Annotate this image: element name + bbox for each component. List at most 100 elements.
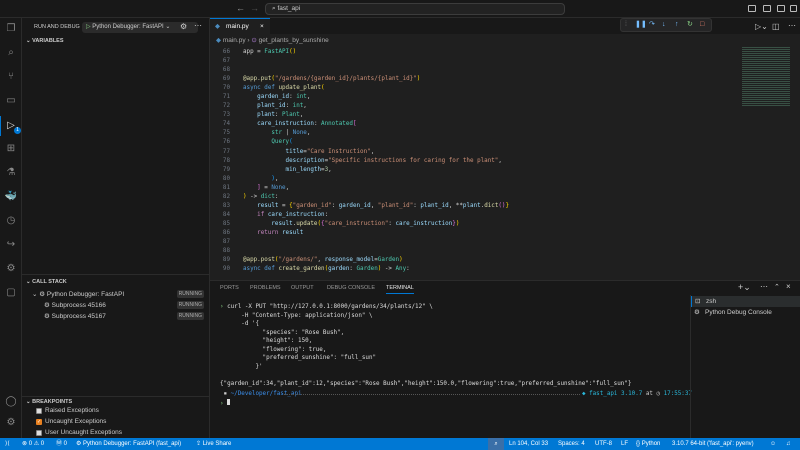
more-icon[interactable]: ⋯ [788, 21, 796, 30]
uncaught-exceptions-checkbox[interactable]: ✓ [36, 419, 42, 425]
code-line[interactable]: 68 [210, 66, 730, 75]
run-icon[interactable]: ▷⌄ [755, 22, 768, 31]
code-line[interactable]: 69 @app.put("/gardens/{garden_id}/plants/… [210, 75, 730, 84]
chat-icon[interactable]: ▢ [4, 286, 18, 300]
forward-icon[interactable]: → [250, 3, 259, 13]
remote-settings-icon[interactable]: ⚙ [4, 262, 18, 276]
close-icon[interactable]: × [260, 19, 264, 34]
remote-explorer-icon[interactable]: ▭ [4, 94, 18, 108]
accounts-icon[interactable]: ☺ [770, 438, 776, 450]
manage-gear-icon[interactable]: ⚙ [4, 416, 18, 430]
tab-output[interactable]: OUTPUT [291, 285, 314, 291]
code-line[interactable]: 85 result.update({"care_instruction": ca… [210, 220, 730, 229]
close-panel-icon[interactable]: × [786, 282, 791, 291]
step-into-icon[interactable]: ↓ [662, 19, 666, 31]
source-control-icon[interactable]: ⑂ [4, 70, 18, 84]
code-line[interactable]: 84 if care_instruction: [210, 211, 730, 220]
customize-layout-icon[interactable] [790, 5, 797, 12]
code-line[interactable]: 90 async def create_garden(garden: Garden… [210, 265, 730, 274]
toggle-sidebar-icon[interactable] [748, 5, 756, 12]
code-line[interactable]: 72 plant_id: int, [210, 102, 730, 111]
command-center-search[interactable]: ⌕ fast_api [265, 3, 565, 15]
cursor-position[interactable]: Ln 104, Col 33 [509, 438, 548, 450]
explorer-icon[interactable]: ❐ [4, 22, 18, 36]
code-line[interactable]: 71 garden_id: int, [210, 93, 730, 102]
tab-terminal[interactable]: TERMINAL [386, 285, 414, 294]
more-icon[interactable]: ⋯ [760, 282, 768, 291]
tab-debug-console[interactable]: DEBUG CONSOLE [327, 285, 375, 291]
variables-header[interactable]: ⌄ VARIABLES [26, 38, 64, 44]
code-line[interactable]: 77 title="Care Instruction", [210, 148, 730, 157]
testing-icon[interactable]: ⚗ [4, 166, 18, 180]
run-debug-icon[interactable]: ▷ 1 [4, 119, 21, 134]
new-terminal-icon[interactable]: +⌄ [738, 282, 751, 293]
code-line[interactable]: 86 return result [210, 229, 730, 238]
code-line[interactable]: 78 description="Specific instructions fo… [210, 157, 730, 166]
ports-status[interactable]: Ⓦ 0 [56, 438, 67, 450]
stop-icon[interactable]: □ [700, 19, 704, 31]
remote-icon[interactable]: ⟩⟨ [5, 438, 10, 450]
terminal-item-debug-console[interactable]: ⚙ Python Debug Console [691, 307, 800, 318]
line-ending[interactable]: LF [621, 438, 628, 450]
code-editor[interactable]: 66 app = FastAPI() 67 68 69 @app.put("/gar… [210, 48, 730, 274]
user-uncaught-exceptions-checkbox[interactable] [36, 430, 42, 436]
code-line[interactable]: 70 async def update_plant( [210, 84, 730, 93]
problems-status[interactable]: ⊗ 0 ⚠ 0 [22, 438, 44, 450]
tab-main-py[interactable]: ◆ main.py × [210, 18, 270, 34]
restart-icon[interactable]: ↻ [687, 19, 693, 31]
breakpoints-header[interactable]: ⌄ BREAKPOINTS [26, 399, 72, 405]
step-out-icon[interactable]: ↑ [675, 19, 679, 31]
live-share-icon[interactable]: ↪ [4, 238, 18, 252]
search-icon[interactable]: ⌕ [4, 46, 18, 60]
breadcrumb-symbol[interactable]: get_plants_by_sunshine [259, 37, 329, 44]
extensions-icon[interactable]: ⊞ [4, 142, 18, 156]
code-line[interactable]: 82) -> dict: [210, 193, 730, 202]
maximize-panel-icon[interactable]: ⌃ [774, 283, 780, 291]
python-interpreter[interactable]: 3.10.7 64-bit ('fast_api': pyenv) [672, 438, 754, 450]
live-share-status[interactable]: ⇪ Live Share [196, 438, 231, 450]
more-icon[interactable]: ⋯ [194, 21, 202, 30]
step-over-icon[interactable]: ↷ [649, 19, 655, 31]
notifications-icon[interactable]: ♫ [786, 438, 791, 450]
indentation[interactable]: Spaces: 4 [558, 438, 585, 450]
toggle-secondary-sidebar-icon[interactable] [777, 5, 785, 12]
call-stack-item[interactable]: ⚙ Subprocess 45167 RUNNING [44, 312, 208, 323]
code-line[interactable]: 67 [210, 57, 730, 66]
code-line[interactable]: 74 care_instruction: Annotated[ [210, 120, 730, 129]
call-stack-item[interactable]: ⚙ Subprocess 45166 RUNNING [44, 301, 208, 312]
code-line[interactable]: 76 Query( [210, 138, 730, 147]
debug-status[interactable]: ⚙ Python Debugger: FastAPI (fast_api) [76, 438, 181, 450]
code-line[interactable]: 73 plant: Plant, [210, 111, 730, 120]
code-line[interactable]: 88 [210, 247, 730, 256]
code-line[interactable]: 83 result = {"garden_id": garden_id, "pl… [210, 202, 730, 211]
call-stack-item[interactable]: ⌄ ⚙ Python Debugger: FastAPI RUNNING [32, 290, 208, 301]
encoding[interactable]: UTF-8 [595, 438, 612, 450]
timeline-icon[interactable]: ◷ [4, 214, 18, 228]
terminal-output[interactable]: › curl -X PUT "http://127.0.0.1:8000/gar… [220, 303, 631, 388]
drag-handle-icon[interactable]: ⁞ [625, 19, 627, 31]
language-mode[interactable]: {} Python [636, 438, 660, 450]
split-editor-icon[interactable]: ◫ [772, 22, 780, 31]
minimap[interactable] [742, 46, 790, 106]
zoom-icon[interactable]: ⌕ [488, 438, 504, 450]
code-line[interactable]: 80 ), [210, 175, 730, 184]
gear-icon[interactable]: ⚙ [180, 22, 187, 31]
toggle-panel-icon[interactable] [763, 5, 771, 12]
call-stack-header[interactable]: ⌄ CALL STACK [26, 279, 67, 285]
back-icon[interactable]: ← [236, 3, 245, 13]
code-line[interactable]: 66 app = FastAPI() [210, 48, 730, 57]
code-line[interactable]: 81 ] = None, [210, 184, 730, 193]
tab-problems[interactable]: PROBLEMS [250, 285, 281, 291]
breadcrumb-file[interactable]: main.py [223, 37, 246, 44]
code-line[interactable]: 75 str | None, [210, 129, 730, 138]
raised-exceptions-checkbox[interactable] [36, 408, 42, 414]
terminal-input[interactable]: › [220, 399, 231, 407]
code-line[interactable]: 87 [210, 238, 730, 247]
tab-ports[interactable]: PORTS [220, 285, 239, 291]
pause-icon[interactable]: ❚❚ [635, 19, 647, 31]
code-line[interactable]: 89 @app.post("/gardens/", response_model=… [210, 256, 730, 265]
account-icon[interactable]: ◯ [4, 395, 18, 409]
terminal-item-zsh[interactable]: ⊡ zsh [691, 296, 800, 307]
docker-icon[interactable]: 🐳 [4, 190, 18, 204]
code-line[interactable]: 79 min_length=3, [210, 166, 730, 175]
